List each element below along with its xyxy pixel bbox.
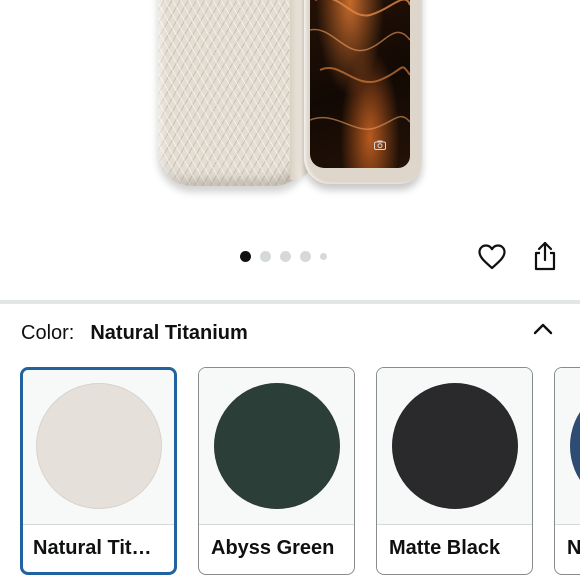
camera-icon [374, 137, 386, 150]
product-image[interactable] [0, 0, 580, 232]
color-swatch [391, 383, 518, 509]
pager-dot-2[interactable] [260, 250, 271, 262]
color-option-label: N [567, 537, 580, 560]
product-page: Color: Natural Titanium Natural Tit… Aby… [0, 0, 580, 580]
pager-dot-5[interactable] [320, 252, 327, 260]
share-icon[interactable] [530, 241, 560, 271]
image-pager[interactable] [240, 250, 327, 262]
swatch-preview [23, 370, 174, 525]
color-swatch-list: Natural Tit… Abyss Green Matte Black N [20, 367, 580, 580]
chevron-up-icon[interactable] [530, 318, 556, 340]
pager-dot-4[interactable] [300, 250, 311, 262]
color-swatch [569, 383, 580, 509]
color-option-matte-black[interactable]: Matte Black [376, 367, 533, 575]
color-option-partial[interactable]: N [554, 367, 580, 575]
color-option-label: Natural Tit… [33, 537, 152, 559]
swatch-preview [555, 368, 580, 525]
color-swatch [213, 383, 340, 509]
color-swatch [35, 383, 162, 509]
swatch-preview [199, 368, 354, 525]
swatch-preview [377, 368, 532, 525]
color-option-label: Abyss Green [211, 537, 335, 559]
section-divider [0, 300, 580, 304]
case-back-image [158, 0, 308, 186]
color-option-natural-titanium[interactable]: Natural Tit… [20, 367, 177, 575]
color-label: Color: [21, 321, 75, 344]
color-option-abyss-green[interactable]: Abyss Green [198, 367, 355, 575]
pager-dot-3[interactable] [280, 250, 291, 262]
pager-dot-1[interactable] [240, 250, 251, 262]
selected-color-value: Natural Titanium [90, 321, 248, 344]
heart-icon[interactable] [477, 242, 507, 272]
color-option-label: Matte Black [389, 537, 501, 559]
color-header[interactable]: Color: Natural Titanium [21, 320, 248, 346]
phone-screen-image [310, 0, 410, 168]
